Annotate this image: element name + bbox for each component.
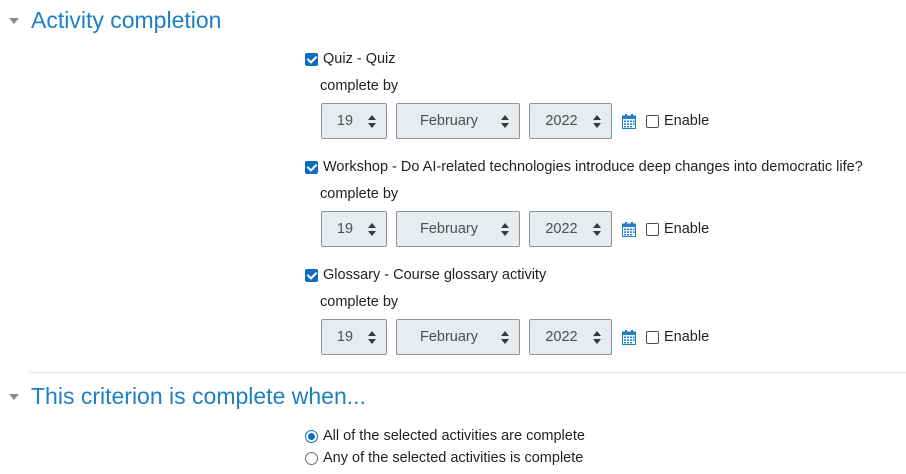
enable-checkbox[interactable]	[646, 114, 659, 128]
select-arrows-icon	[368, 115, 376, 128]
complete-by-label: complete by	[320, 186, 399, 202]
enable-label: Enable	[664, 329, 710, 345]
activity-checkbox[interactable]	[305, 160, 318, 174]
criterion-options: All of the selected activities are compl…	[305, 425, 585, 469]
calendar-icon[interactable]	[622, 221, 636, 237]
radio-label: Any of the selected activities is comple…	[323, 450, 584, 466]
radio-button[interactable]	[305, 451, 318, 465]
day-select[interactable]: 19	[321, 103, 387, 139]
select-arrows-icon	[593, 331, 601, 344]
collapse-caret-icon[interactable]	[9, 394, 19, 400]
enable-label: Enable	[664, 113, 710, 129]
section-divider	[29, 372, 906, 373]
activity-item: Workshop - Do AI-related technologies in…	[305, 157, 863, 248]
calendar-icon[interactable]	[622, 329, 636, 345]
select-arrows-icon	[501, 331, 509, 344]
section-title: Activity completion	[31, 7, 222, 33]
activity-label: Workshop - Do AI-related technologies in…	[323, 159, 863, 175]
collapse-caret-icon[interactable]	[9, 18, 19, 24]
day-select[interactable]: 19	[321, 319, 387, 355]
activity-label: Quiz - Quiz	[323, 51, 396, 67]
enable-checkbox[interactable]	[646, 330, 659, 344]
section-title: This criterion is complete when...	[31, 383, 366, 409]
radio-label: All of the selected activities are compl…	[323, 428, 585, 444]
activity-checkbox[interactable]	[305, 52, 318, 66]
select-arrows-icon	[368, 331, 376, 344]
month-select[interactable]: February	[396, 319, 520, 355]
year-select[interactable]: 2022	[529, 103, 612, 139]
year-select[interactable]: 2022	[529, 211, 612, 247]
complete-by-label: complete by	[320, 78, 399, 94]
select-arrows-icon	[593, 223, 601, 236]
activity-item: Quiz - Quiz complete by 19 February 2022…	[305, 49, 709, 140]
select-arrows-icon	[501, 115, 509, 128]
enable-checkbox[interactable]	[646, 222, 659, 236]
calendar-icon[interactable]	[622, 113, 636, 129]
select-arrows-icon	[368, 223, 376, 236]
day-select[interactable]: 19	[321, 211, 387, 247]
year-select[interactable]: 2022	[529, 319, 612, 355]
radio-option-any[interactable]: Any of the selected activities is comple…	[305, 447, 585, 469]
select-arrows-icon	[501, 223, 509, 236]
radio-option-all[interactable]: All of the selected activities are compl…	[305, 425, 585, 447]
month-select[interactable]: February	[396, 211, 520, 247]
activity-checkbox[interactable]	[305, 268, 318, 282]
radio-button[interactable]	[305, 429, 318, 443]
activity-label: Glossary - Course glossary activity	[323, 267, 547, 283]
enable-label: Enable	[664, 221, 710, 237]
month-select[interactable]: February	[396, 103, 520, 139]
complete-by-label: complete by	[320, 294, 399, 310]
select-arrows-icon	[593, 115, 601, 128]
activity-item: Glossary - Course glossary activity comp…	[305, 265, 709, 356]
